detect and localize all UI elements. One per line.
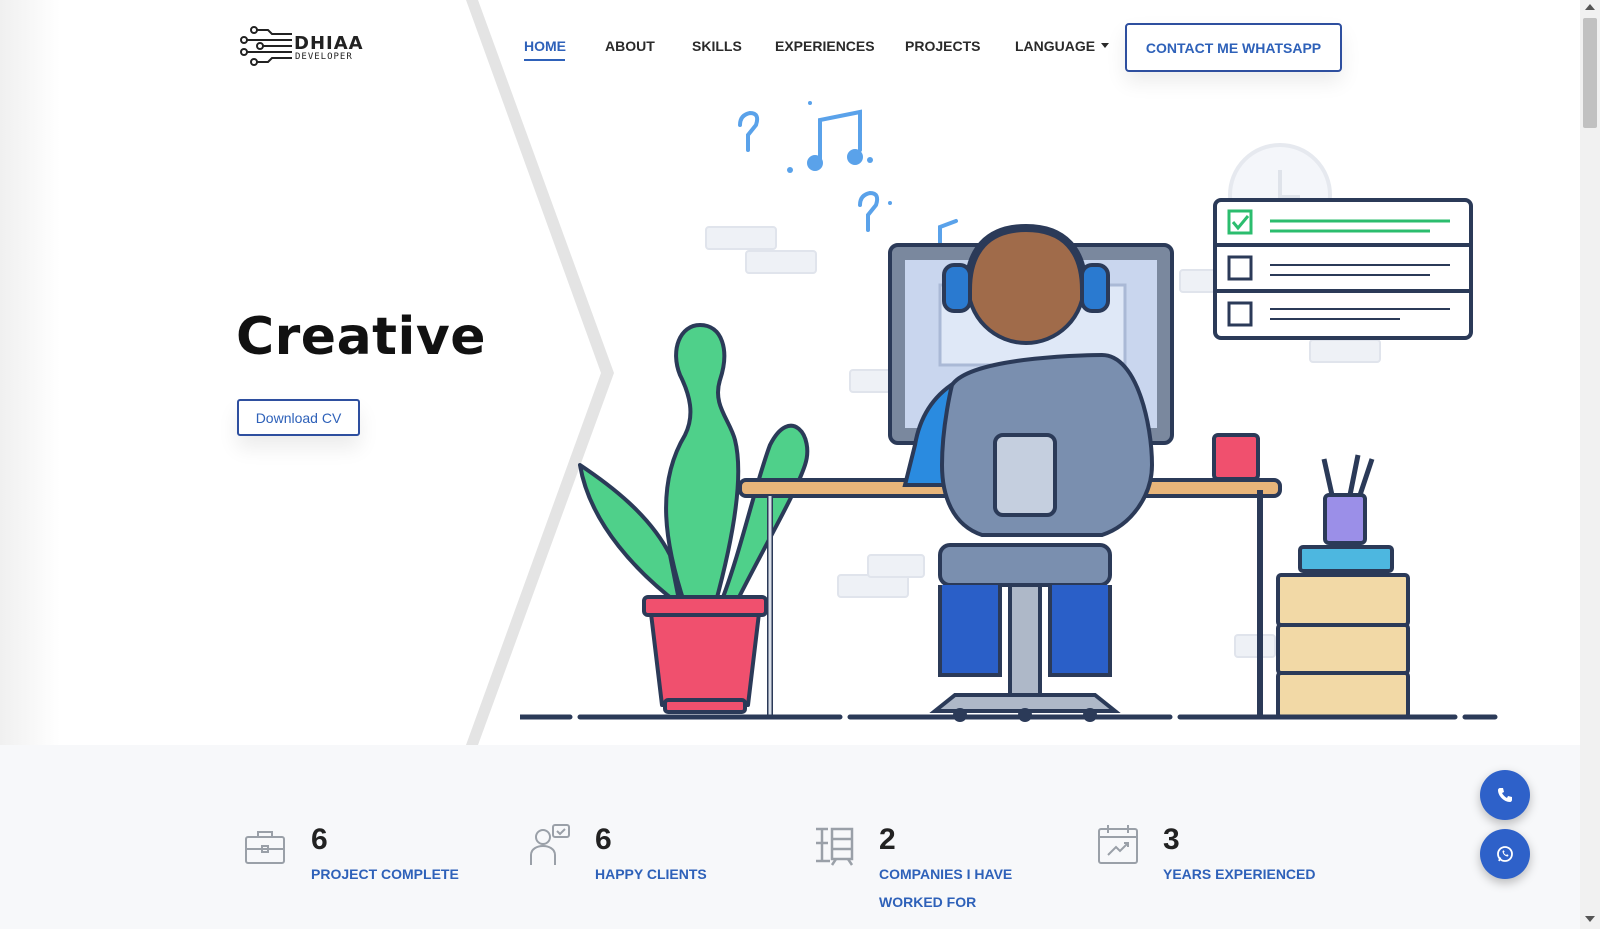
scrollbar-thumb[interactable] xyxy=(1583,18,1597,128)
hero-section: DHIAA DEVELOPER HOME ABOUT SKILLS EXPERI… xyxy=(0,0,1580,745)
hero-title: Creative xyxy=(236,307,487,367)
page: DHIAA DEVELOPER HOME ABOUT SKILLS EXPERI… xyxy=(0,0,1600,929)
stat-label: HAPPY CLIENTS xyxy=(595,866,707,882)
company-icon xyxy=(816,827,854,866)
stat-label: PROJECT COMPLETE xyxy=(311,866,459,882)
logo-subtitle: DEVELOPER xyxy=(295,52,353,62)
nav-active-underline xyxy=(524,59,565,61)
contact-whatsapp-button[interactable]: CONTACT ME WHATSAPP xyxy=(1125,23,1342,72)
nav-skills[interactable]: SKILLS xyxy=(692,38,742,54)
page-scrollbar[interactable] xyxy=(1580,0,1600,929)
stat-label: YEARS EXPERIENCED xyxy=(1163,866,1316,882)
stat-number: 3 xyxy=(1163,823,1180,856)
caret-down-icon xyxy=(1101,42,1110,48)
nav-experiences[interactable]: EXPERIENCES xyxy=(775,38,875,54)
nav-home[interactable]: HOME xyxy=(524,38,566,54)
nav-about[interactable]: ABOUT xyxy=(605,38,655,54)
calendar-chart-icon xyxy=(1098,825,1138,864)
stats-section: 6 PROJECT COMPLETE 6 HAPPY CLIENTS 2 COM… xyxy=(0,745,1580,929)
scroll-down-arrow-icon[interactable] xyxy=(1585,916,1595,922)
stat-label: COMPANIES I HAVE WORKED FOR xyxy=(879,866,1013,910)
floating-phone-button[interactable] xyxy=(1480,770,1530,820)
phone-icon xyxy=(1498,788,1512,802)
stat-number: 6 xyxy=(595,823,612,856)
nav-projects[interactable]: PROJECTS xyxy=(905,38,980,54)
briefcase-icon xyxy=(245,831,285,864)
scroll-up-arrow-icon[interactable] xyxy=(1585,4,1595,10)
nav-language-label: LANGUAGE xyxy=(1015,38,1096,54)
floating-whatsapp-button[interactable] xyxy=(1480,829,1530,879)
circuit-logo-icon xyxy=(240,26,292,66)
client-icon xyxy=(530,824,570,865)
logo-title: DHIAA xyxy=(294,33,364,54)
stat-number: 6 xyxy=(311,823,328,856)
stat-number: 2 xyxy=(879,823,896,856)
developer-desk-illustration xyxy=(520,101,1498,722)
download-cv-button[interactable]: Download CV xyxy=(237,399,360,436)
site-logo[interactable]: DHIAA DEVELOPER xyxy=(240,24,366,70)
whatsapp-icon xyxy=(1497,846,1513,862)
nav-language-dropdown[interactable]: LANGUAGE xyxy=(1015,38,1110,54)
